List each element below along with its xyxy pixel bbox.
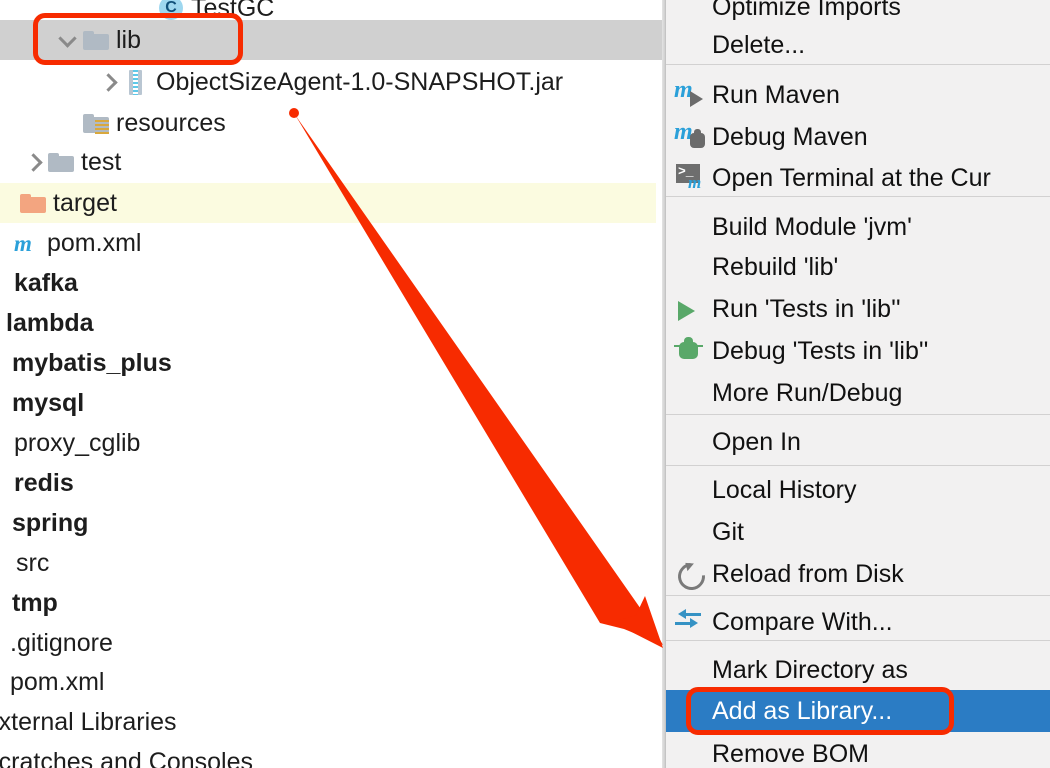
folder-resources-icon [81, 109, 111, 137]
chevron-down-icon[interactable] [55, 27, 81, 53]
folder-icon [81, 26, 111, 54]
screenshot-root: C TestGC lib ObjectSizeAgent-1.0-SNAPSHOT.j… [0, 0, 1050, 768]
tree-item-label: spring [12, 508, 89, 537]
class-icon: C [156, 0, 186, 22]
tree-row[interactable]: mysql [0, 383, 650, 423]
tree-row[interactable]: .gitignore [0, 623, 648, 663]
tree-row[interactable]: ObjectSizeAgent-1.0-SNAPSHOT.jar [0, 62, 664, 102]
menu-item[interactable]: Run 'Tests in 'lib'' [666, 288, 1050, 330]
menu-item[interactable]: m Debug Maven [666, 116, 1050, 158]
tree-item-label: src [16, 548, 50, 577]
tree-row[interactable]: kafka [0, 263, 652, 303]
menu-item-label: Reload from Disk [712, 559, 904, 588]
menu-item-label: Add as Library... [712, 696, 893, 725]
menu-item-label: Remove BOM [712, 739, 869, 768]
menu-item-label: Local History [712, 475, 857, 504]
menu-item[interactable]: More Run/Debug [666, 372, 1050, 414]
menu-item-label: Build Module 'jvm' [712, 212, 912, 241]
tree-row[interactable]: External Libraries [0, 702, 620, 742]
tree-item-label: target [53, 188, 117, 217]
menu-separator [666, 414, 1050, 415]
menu-item-label: More Run/Debug [712, 378, 903, 407]
tree-row[interactable]: Scratches and Consoles [0, 742, 620, 768]
menu-item[interactable]: Mark Directory as [666, 649, 1050, 691]
tree-row[interactable]: resources [0, 103, 664, 143]
folder-orange-icon [18, 189, 48, 217]
tree-item-label: mybatis_plus [12, 348, 172, 377]
menu-item[interactable]: Build Module 'jvm' [666, 206, 1050, 248]
tree-row[interactable]: target [0, 183, 656, 223]
menu-separator [666, 595, 1050, 596]
tree-item-label: resources [116, 108, 226, 137]
project-tree-panel[interactable]: C TestGC lib ObjectSizeAgent-1.0-SNAPSHOT.j… [0, 0, 664, 768]
tree-row[interactable]: tmp [0, 583, 650, 623]
tree-item-label: test [81, 147, 122, 176]
tree-item-label: ObjectSizeAgent-1.0-SNAPSHOT.jar [156, 67, 564, 96]
menu-item-label: Mark Directory as [712, 655, 908, 684]
menu-item[interactable]: Git [666, 511, 1050, 553]
folder-icon [46, 148, 76, 176]
maven-run-icon: m [674, 78, 706, 110]
tree-item-label: External Libraries [0, 707, 177, 736]
terminal-maven-icon: m [674, 163, 706, 193]
menu-item-label: Run Maven [712, 80, 840, 109]
tree-row[interactable]: lambda [0, 303, 644, 343]
tree-row[interactable]: lib [0, 20, 664, 60]
tree-item-label: mysql [12, 388, 85, 417]
menu-item[interactable]: Rebuild 'lib' [666, 246, 1050, 288]
menu-item-label: Git [712, 517, 744, 546]
menu-item-label: Optimize Imports [712, 0, 901, 21]
menu-item-label: Open Terminal at the Cur [712, 163, 991, 192]
chevron-right-icon[interactable] [20, 149, 46, 175]
maven-debug-icon: m [674, 120, 706, 152]
menu-item[interactable]: Delete... [666, 24, 1050, 66]
tree-row[interactable]: test [0, 142, 664, 182]
menu-item[interactable]: Add as Library... [666, 690, 1050, 732]
tree-row[interactable]: redis [0, 463, 652, 503]
tree-item-label: tmp [12, 588, 58, 617]
menu-item[interactable]: Compare With... [666, 601, 1050, 643]
tree-row[interactable]: m pom.xml [0, 223, 650, 263]
menu-item-label: Rebuild 'lib' [712, 252, 839, 281]
compare-icon [674, 607, 706, 637]
menu-item[interactable]: mOpen Terminal at the Cur [666, 157, 1050, 199]
tree-row[interactable]: proxy_cglib [0, 423, 652, 463]
project-context-menu[interactable]: Optimize Imports Delete... m Run Maven m Debu… [665, 0, 1050, 768]
menu-item-label: Delete... [712, 30, 806, 59]
menu-item[interactable]: Debug 'Tests in 'lib'' [666, 330, 1050, 372]
tree-item-label: .gitignore [10, 628, 113, 657]
tree-item-label: lib [116, 25, 142, 54]
maven-icon: m [14, 231, 32, 256]
tree-item-label: lambda [6, 308, 94, 337]
tree-item-label: proxy_cglib [14, 428, 141, 457]
chevron-right-icon[interactable] [95, 69, 121, 95]
tree-item-label: Scratches and Consoles [0, 747, 253, 768]
menu-item[interactable]: Local History [666, 469, 1050, 511]
reload-icon [672, 557, 711, 596]
menu-item[interactable]: Open In [666, 421, 1050, 463]
menu-item[interactable]: Reload from Disk [666, 553, 1050, 596]
menu-item[interactable]: Remove BOM [666, 733, 1050, 768]
run-green-icon [674, 294, 706, 324]
menu-item-label: Debug Maven [712, 122, 868, 151]
debug-green-icon [674, 336, 706, 366]
menu-item-label: Debug 'Tests in 'lib'' [712, 336, 929, 365]
tree-row[interactable]: spring [0, 503, 650, 543]
tree-row[interactable]: src [0, 543, 654, 583]
tree-item-label: redis [14, 468, 74, 497]
tree-row[interactable]: mybatis_plus [0, 343, 650, 383]
tree-item-label: pom.xml [47, 228, 142, 257]
menu-item-label: Compare With... [712, 607, 893, 636]
jar-icon [121, 68, 151, 96]
menu-item-label: Open In [712, 427, 801, 456]
menu-item[interactable]: m Run Maven [666, 74, 1050, 116]
tree-item-label: pom.xml [10, 667, 105, 696]
tree-row[interactable]: pom.xml [0, 662, 648, 702]
tree-item-label: TestGC [191, 0, 275, 22]
tree-item-label: kafka [14, 268, 78, 297]
menu-separator [666, 465, 1050, 466]
menu-item-label: Run 'Tests in 'lib'' [712, 294, 901, 323]
